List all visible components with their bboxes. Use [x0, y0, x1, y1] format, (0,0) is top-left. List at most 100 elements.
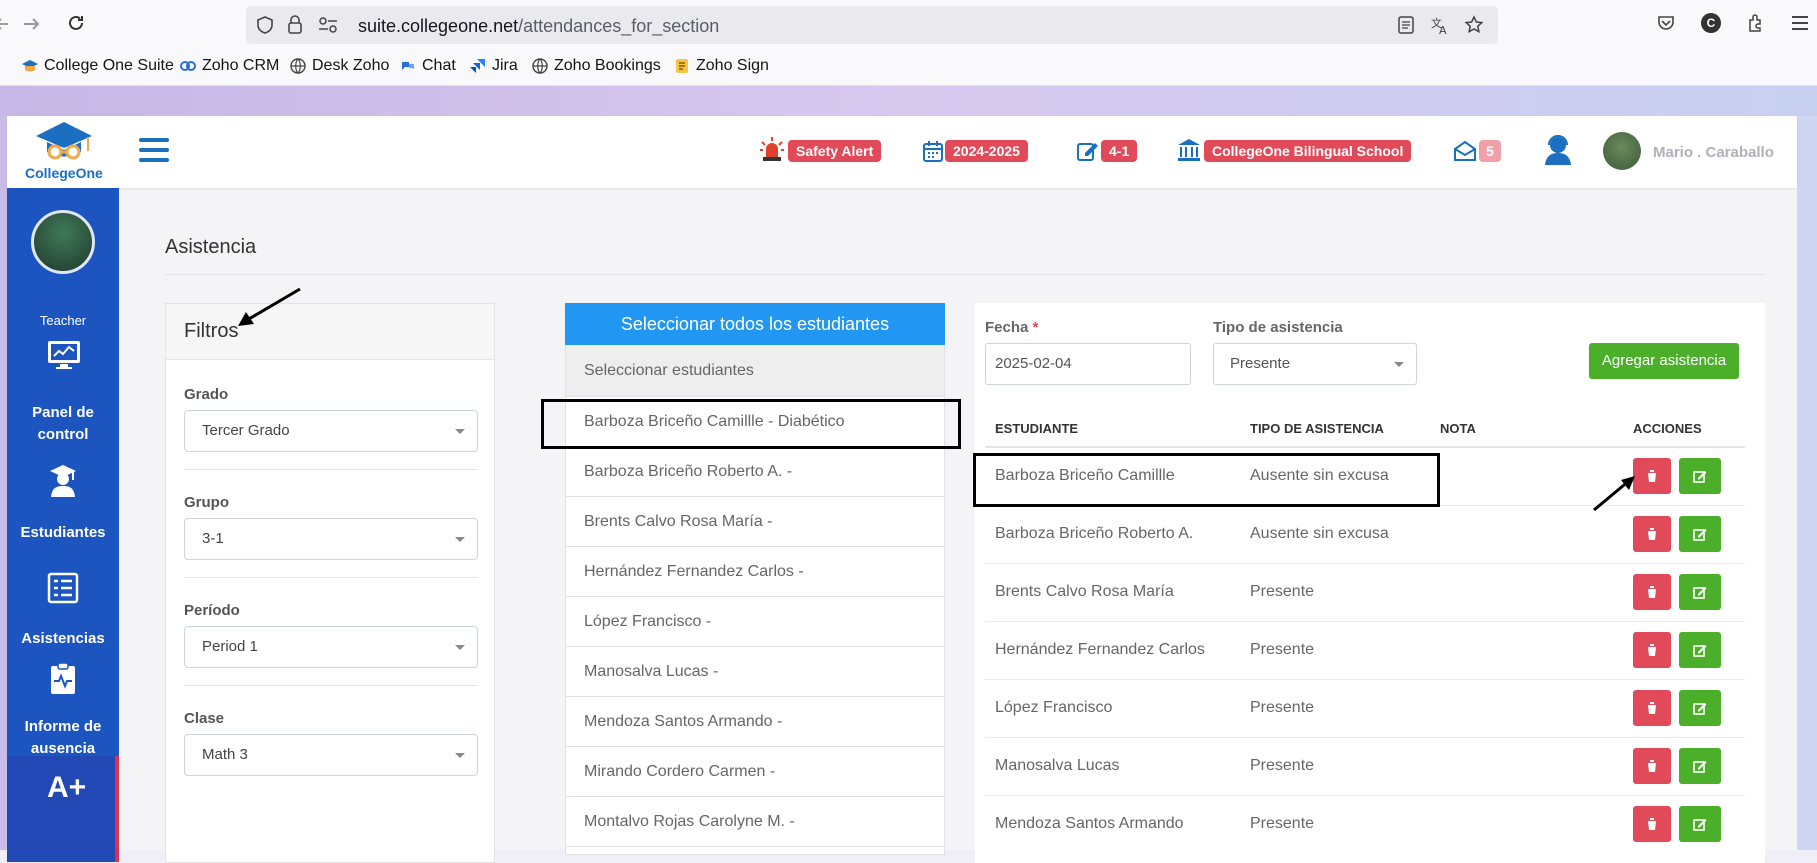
- tipo-asistencia-select[interactable]: Presente: [1213, 343, 1417, 385]
- url-bar[interactable]: suite.collegeone.net/attendances_for_sec…: [246, 6, 1498, 44]
- fecha-input[interactable]: 2025-02-04: [985, 343, 1191, 385]
- bookmark-zoho-bookings[interactable]: Zoho Bookings: [532, 57, 661, 75]
- siren-alert-icon[interactable]: [759, 136, 785, 162]
- edit-icon: [1693, 819, 1707, 831]
- row-attendance-type: Presente: [1250, 641, 1315, 658]
- edit-icon[interactable]: [1077, 140, 1099, 162]
- select-all-students-button[interactable]: Seleccionar todos los estudiantes: [565, 303, 945, 345]
- bookmark-zoho-sign[interactable]: Zoho Sign: [674, 57, 769, 75]
- menu-icon[interactable]: [1790, 14, 1810, 32]
- edit-icon: [1693, 529, 1707, 541]
- zoho-crm-icon: [180, 61, 196, 71]
- student-list-item[interactable]: Brents Calvo Rosa María -: [566, 497, 944, 547]
- messages-count-badge[interactable]: 5: [1479, 140, 1501, 162]
- edit-button[interactable]: [1679, 458, 1721, 494]
- delete-button[interactable]: [1633, 574, 1671, 610]
- school-building-icon[interactable]: [1177, 138, 1201, 162]
- row-attendance-type: Presente: [1250, 583, 1315, 600]
- clase-select[interactable]: Math 3: [184, 734, 478, 776]
- row-student-name: Barboza Briceño Roberto A.: [995, 525, 1194, 542]
- reader-view-icon[interactable]: [1398, 16, 1414, 34]
- edit-button[interactable]: [1679, 632, 1721, 668]
- shield-icon[interactable]: [256, 16, 274, 34]
- user-support-icon[interactable]: [1543, 134, 1573, 166]
- filter-divider: [184, 577, 478, 578]
- attendance-list-icon[interactable]: [47, 572, 79, 604]
- group-badge[interactable]: 4-1: [1101, 140, 1138, 162]
- school-year-badge[interactable]: 2024-2025: [945, 140, 1028, 162]
- site-permissions-icon[interactable]: [318, 16, 338, 34]
- student-list-item[interactable]: Mendoza Santos Armando -: [566, 697, 944, 747]
- translate-icon[interactable]: 文A: [1430, 15, 1450, 35]
- row-student-name: López Francisco: [995, 699, 1113, 716]
- chevron-down-icon: [455, 537, 465, 542]
- edit-button[interactable]: [1679, 574, 1721, 610]
- student-list-item[interactable]: Montalvo Rojas Carolyne M. -: [566, 797, 944, 847]
- delete-button[interactable]: [1633, 690, 1671, 726]
- add-attendance-button[interactable]: Agregar asistencia: [1589, 343, 1739, 379]
- bookmark-college-one-suite[interactable]: College One Suite: [22, 57, 174, 75]
- graduate-icon[interactable]: [49, 464, 77, 498]
- grupo-select[interactable]: 3-1: [184, 518, 478, 560]
- bookmark-star-icon[interactable]: [1464, 15, 1484, 35]
- lock-icon[interactable]: [286, 15, 304, 35]
- edit-button[interactable]: [1679, 748, 1721, 784]
- collegeone-logo[interactable]: CollegeOne: [7, 116, 119, 188]
- main-content: Asistencia Filtros Grado Tercer Grado Gr…: [119, 188, 1797, 863]
- pocket-icon[interactable]: [1656, 13, 1676, 33]
- trash-icon: [1647, 528, 1657, 540]
- zoho-sign-icon: [676, 59, 688, 73]
- bookmark-zoho-crm[interactable]: Zoho CRM: [180, 57, 279, 75]
- reload-icon[interactable]: [66, 13, 86, 33]
- student-list-item[interactable]: Barboza Briceño Roberto A. -: [566, 447, 944, 497]
- school-name-badge[interactable]: CollegeOne Bilingual School: [1204, 140, 1412, 162]
- trash-icon: [1647, 818, 1657, 830]
- back-arrow-icon[interactable]: [0, 14, 14, 34]
- safety-alert-badge[interactable]: Safety Alert: [788, 140, 882, 162]
- grado-select[interactable]: Tercer Grado: [184, 410, 478, 452]
- delete-button[interactable]: [1633, 458, 1671, 494]
- teacher-avatar[interactable]: [31, 210, 95, 274]
- bookmark-chat[interactable]: Chat: [400, 57, 456, 75]
- clipboard-pulse-icon[interactable]: [49, 662, 77, 696]
- table-row: Barboza Briceño Roberto A. Ausente sin e…: [985, 506, 1745, 564]
- student-list-item[interactable]: Hernández Fernandez Carlos -: [566, 547, 944, 597]
- row-attendance-type: Presente: [1250, 757, 1315, 774]
- sidebar-item-panel-de-control[interactable]: Panel de control: [7, 402, 119, 446]
- delete-button[interactable]: [1633, 806, 1671, 842]
- extensions-icon[interactable]: [1746, 13, 1766, 33]
- account-avatar[interactable]: C: [1701, 13, 1721, 33]
- delete-button[interactable]: [1633, 748, 1671, 784]
- student-list-header: Seleccionar estudiantes: [566, 345, 944, 397]
- trash-icon: [1647, 586, 1657, 598]
- sidebar-item-estudiantes[interactable]: Estudiantes: [7, 522, 119, 544]
- sidebar-toggle-icon[interactable]: [139, 138, 169, 164]
- url-text[interactable]: suite.collegeone.net/attendances_for_sec…: [358, 16, 719, 37]
- student-list-item[interactable]: Mirando Cordero Carmen -: [566, 747, 944, 797]
- student-list-item[interactable]: López Francisco -: [566, 597, 944, 647]
- user-name[interactable]: Mario . Caraballo: [1653, 144, 1774, 161]
- globe-icon: [532, 58, 548, 74]
- filter-divider: [184, 685, 478, 686]
- bookmark-jira[interactable]: Jira: [470, 57, 518, 75]
- forward-arrow-icon[interactable]: [22, 14, 42, 34]
- graduation-cap-icon: [22, 60, 38, 72]
- student-list-item[interactable]: Manosalva Lucas -: [566, 647, 944, 697]
- grades-icon[interactable]: A+: [47, 772, 86, 804]
- sidebar-item-asistencias[interactable]: Asistencias: [7, 628, 119, 650]
- row-student-name: Mendoza Santos Armando: [995, 815, 1184, 832]
- delete-button[interactable]: [1633, 632, 1671, 668]
- sidebar-item-informe-de-ausencia[interactable]: Informe de ausencia: [7, 716, 119, 760]
- bookmark-desk-zoho[interactable]: Desk Zoho: [290, 57, 389, 75]
- user-avatar[interactable]: [1603, 132, 1641, 170]
- edit-button[interactable]: [1679, 690, 1721, 726]
- dashboard-monitor-icon[interactable]: [47, 340, 81, 370]
- periodo-select[interactable]: Period 1: [184, 626, 478, 668]
- column-header-nota: NOTA: [1440, 421, 1476, 436]
- calendar-icon[interactable]: [923, 140, 943, 162]
- edit-button[interactable]: [1679, 516, 1721, 552]
- jira-icon: [470, 59, 485, 73]
- edit-button[interactable]: [1679, 806, 1721, 842]
- delete-button[interactable]: [1633, 516, 1671, 552]
- envelope-icon[interactable]: [1453, 140, 1477, 162]
